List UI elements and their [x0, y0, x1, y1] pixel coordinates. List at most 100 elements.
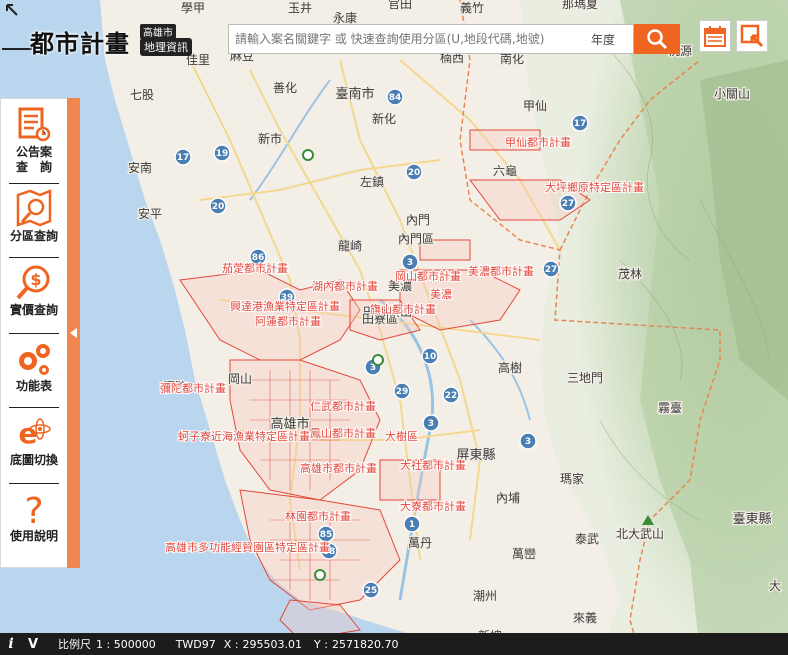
zone-search-icon	[16, 189, 52, 227]
search-box: 年度	[228, 24, 634, 54]
price-search-icon: $	[16, 265, 50, 300]
road-number: 27	[545, 265, 558, 275]
place-label: 潮州	[473, 588, 497, 603]
x-coordinate: 295503.01	[242, 637, 303, 651]
sidebar-item-basemap-switch[interactable]: e 底圖切換	[1, 409, 67, 485]
place-label: 瑪家	[560, 471, 584, 486]
search-button[interactable]	[634, 24, 680, 54]
road-number: 1	[409, 520, 415, 530]
urban-plan-label[interactable]: 高雄市多功能經貿園區特定區計畫	[164, 539, 331, 555]
logo-sub-city: 高雄市	[140, 24, 176, 39]
info-button[interactable]: i	[0, 636, 22, 652]
urban-plan-label[interactable]: 岡山都市計畫	[394, 268, 462, 284]
search-icon	[647, 29, 668, 50]
urban-plan-label[interactable]: 甲仙都市計畫	[504, 134, 572, 150]
place-label: 七股	[130, 88, 154, 102]
place-label: 六龜	[493, 164, 517, 178]
urban-plan-label[interactable]: 茄萣都市計畫	[221, 260, 289, 276]
sidebar-item-function-menu[interactable]: 功能表	[1, 335, 67, 411]
place-label: 霧臺	[658, 400, 682, 415]
search-input[interactable]	[229, 25, 587, 53]
place-label: 來義	[573, 610, 597, 625]
sidebar-item-label: 公告案	[15, 145, 52, 159]
toggle-v-button[interactable]: V	[22, 637, 44, 652]
urban-plan-label[interactable]: 彌陀都市計畫	[159, 380, 227, 396]
y-coordinate: 2571820.70	[331, 637, 399, 651]
sidebar-item-help[interactable]: ? 使用說明	[1, 485, 67, 561]
road-number: 22	[445, 391, 458, 401]
urban-plan-label[interactable]: 美濃都市計畫	[467, 263, 535, 279]
calendar-button[interactable]	[699, 20, 731, 52]
urban-plan-label[interactable]: 大寮都市計畫	[399, 498, 467, 514]
urban-plan-label[interactable]: 湖內都市計畫	[311, 278, 379, 294]
place-label: 大	[769, 579, 781, 593]
x-label: X :	[223, 637, 239, 651]
urban-plan-label[interactable]: 鳳山都市計畫	[309, 425, 377, 441]
year-label[interactable]: 年度	[591, 31, 615, 48]
place-label: 內門區	[398, 232, 434, 246]
urban-plan-label[interactable]: 林園都市計畫	[284, 508, 352, 524]
road-number: 17	[177, 153, 190, 163]
place-label: 萬丹	[408, 536, 432, 550]
sidebar-item-zone-search[interactable]: 分區查詢	[1, 185, 67, 261]
road-shield: 85	[317, 525, 335, 543]
sidebar-item-label: 查 詢	[15, 160, 52, 174]
road-number: 10	[424, 352, 437, 362]
urban-plan-label[interactable]: 美濃	[429, 286, 453, 302]
sidebar-item-bulletin-search[interactable]: 公告案 查 詢	[1, 101, 67, 177]
urban-plan-label[interactable]: 阿蓮都市計畫	[254, 313, 322, 329]
divider	[9, 183, 59, 184]
road-shield: 20	[209, 197, 227, 215]
svg-text:?: ?	[24, 491, 43, 529]
road-shield: 17	[174, 148, 192, 166]
road-number: 85	[320, 530, 333, 540]
sidebar-collapse-handle[interactable]	[67, 98, 80, 568]
road-shield: 27	[559, 194, 577, 212]
urban-plan-label[interactable]: 大坪鄉原特定區計畫	[544, 179, 645, 195]
place-label: 內門	[406, 213, 430, 227]
urban-plan-label[interactable]: 旗山都市計畫	[369, 301, 437, 317]
sidebar: 公告案 查 詢 分區查詢 $ 實價查詢 功能表 e 底圖切換 ? 使用說明	[0, 98, 68, 568]
place-label: 永康	[333, 10, 357, 25]
place-label: 龍崎	[338, 238, 362, 253]
road-shield: 19	[213, 144, 231, 162]
urban-plan-label[interactable]: 興達港漁業特定區計畫	[229, 298, 341, 314]
collapse-arrow-icon[interactable]	[4, 2, 20, 18]
place-label: 萬巒	[512, 546, 536, 561]
place-label: 義竹	[460, 0, 484, 15]
road-shield: 20	[405, 163, 423, 181]
urban-plan-label[interactable]: 仁武都市計畫	[309, 398, 377, 414]
select-area-button[interactable]	[736, 20, 768, 52]
place-label: 甲仙	[523, 99, 547, 113]
basemap[interactable]: 1917208420386391032232927271258885173 學甲…	[0, 0, 788, 655]
urban-plan-label[interactable]: 大樹區	[384, 428, 419, 444]
place-label: 善化	[273, 80, 297, 95]
place-label: 新化	[372, 111, 396, 126]
place-label: 岡山	[228, 372, 252, 386]
urban-plan-label[interactable]: 高雄市都市計畫	[299, 460, 378, 476]
road-shield: 3	[422, 414, 440, 432]
road-number: 3	[428, 419, 434, 429]
place-label: 玉井	[288, 1, 312, 15]
svg-text:$: $	[30, 270, 41, 289]
urban-plan-label[interactable]: 大社都市計畫	[399, 457, 467, 473]
road-number: 17	[574, 119, 587, 129]
divider	[9, 333, 59, 334]
urban-plan-label[interactable]: 蚵子寮近海漁業特定區計畫	[177, 428, 311, 444]
svg-text:e: e	[19, 417, 38, 450]
road-number: 3	[525, 437, 531, 447]
road-number: 20	[212, 202, 225, 212]
scale-value: 1 : 500000	[96, 637, 156, 651]
y-label: Y :	[314, 637, 328, 651]
place-label: 學甲	[181, 1, 205, 15]
road-number: 25	[365, 586, 378, 596]
city-marker	[314, 569, 326, 581]
logo-title: 都市計畫	[30, 29, 130, 58]
place-label: 茂林	[618, 267, 642, 281]
place-label: 臺東縣	[732, 511, 771, 527]
divider	[9, 257, 59, 258]
status-bar: i V 比例尺 1 : 500000 TWD97 X : 295503.01 Y…	[0, 633, 788, 655]
road-number: 27	[562, 199, 575, 209]
sidebar-item-price-search[interactable]: $ 實價查詢	[1, 259, 67, 335]
place-label: 左鎮	[360, 174, 384, 189]
